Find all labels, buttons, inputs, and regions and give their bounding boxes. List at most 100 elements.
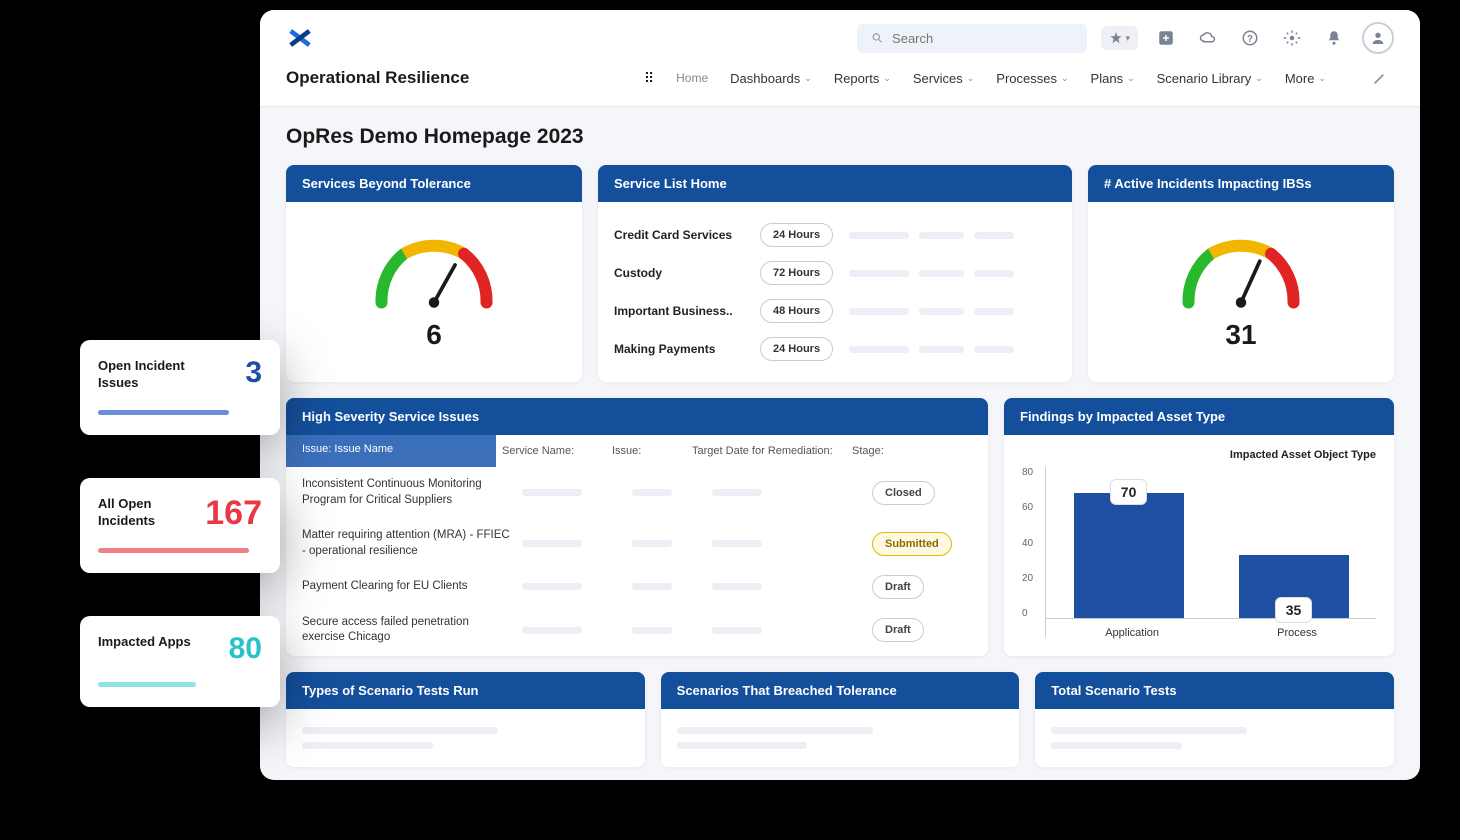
cloud-icon [1199,29,1217,47]
col-stage: Stage: [852,445,952,457]
stat-impacted-apps: Impacted Apps 80 [80,616,280,707]
service-row: Credit Card Services 24 Hours [614,216,1056,254]
col-service: Service Name: [502,445,612,457]
card-services-beyond: Services Beyond Tolerance 6 [286,165,582,382]
header: ▾ ? Operational Resilience [260,10,1420,107]
stat-open-incident-issues: Open Incident Issues 3 [80,340,280,435]
bar-chart: 80 60 40 20 0 70 [1022,467,1376,637]
chevron-down-icon: ⌄ [883,73,891,84]
duration-badge: 48 Hours [760,299,833,323]
app-logo [286,24,314,52]
stat-bar [98,410,229,415]
card-header: Service List Home [598,165,1072,202]
service-name: Important Business.. [614,304,744,318]
card-findings: Findings by Impacted Asset Type Impacted… [1004,398,1394,656]
stage-badge: Submitted [872,532,952,556]
stat-bar [98,682,196,687]
stat-bar [98,548,249,553]
user-avatar[interactable] [1362,22,1394,54]
card-header: Services Beyond Tolerance [286,165,582,202]
chevron-down-icon: ⌄ [1318,73,1326,84]
card-header: Types of Scenario Tests Run [286,672,645,709]
stat-value: 3 [245,358,262,388]
search-icon [871,31,884,45]
stat-value: 80 [229,634,262,664]
gauge-value: 31 [1225,319,1256,351]
duration-badge: 24 Hours [760,337,833,361]
bell-icon [1325,29,1343,47]
issue-name: Secure access failed penetration exercis… [302,615,522,646]
nav-scenario-library[interactable]: Scenario Library⌄ [1157,71,1263,86]
chevron-down-icon: ⌄ [1127,73,1135,84]
issue-name: Matter requiring attention (MRA) - FFIEC… [302,528,522,559]
chevron-down-icon: ▾ [1125,33,1130,44]
card-header: Scenarios That Breached Tolerance [661,672,1020,709]
gear-icon [1283,29,1301,47]
add-button[interactable] [1152,24,1180,52]
service-row: Making Payments 24 Hours [614,330,1056,368]
x-label: Application [1105,627,1159,639]
search-input[interactable] [892,31,1073,46]
card-total-scenario: Total Scenario Tests [1035,672,1394,767]
pencil-icon [1372,70,1388,86]
stat-label: Impacted Apps [98,634,191,651]
star-icon [1109,31,1123,45]
main-nav: Home Dashboards⌄ Reports⌄ Services⌄ Proc… [676,64,1394,92]
service-name: Credit Card Services [614,228,744,242]
bar-value: 70 [1110,479,1148,505]
notifications-button[interactable] [1320,24,1348,52]
duration-badge: 72 Hours [760,261,833,285]
search-box[interactable] [857,24,1087,53]
service-row: Important Business.. 48 Hours [614,292,1056,330]
gauge-services [359,220,509,315]
stat-label: All Open Incidents [98,496,205,530]
stage-badge: Closed [872,481,935,505]
card-active-incidents: # Active Incidents Impacting IBSs 31 [1088,165,1394,382]
card-header: Total Scenario Tests [1035,672,1394,709]
nav-reports[interactable]: Reports⌄ [834,71,891,86]
table-row: Matter requiring attention (MRA) - FFIEC… [286,518,988,569]
page-title: OpRes Demo Homepage 2023 [286,125,1394,149]
duration-badge: 24 Hours [760,223,833,247]
favorites-button[interactable]: ▾ [1101,26,1138,50]
chevron-down-icon: ⌄ [1255,73,1263,84]
nav-dashboards[interactable]: Dashboards⌄ [730,71,812,86]
help-button[interactable]: ? [1236,24,1264,52]
person-icon [1370,30,1386,46]
card-header: # Active Incidents Impacting IBSs [1088,165,1394,202]
chevron-down-icon: ⌄ [967,73,975,84]
cloud-button[interactable] [1194,24,1222,52]
x-label: Process [1277,627,1317,639]
edit-button[interactable] [1366,64,1394,92]
nav-home[interactable]: Home [676,71,708,85]
stat-label: Open Incident Issues [98,358,208,392]
chevron-down-icon: ⌄ [1061,73,1069,84]
col-target: Target Date for Remediation: [692,445,852,457]
nav-services[interactable]: Services⌄ [913,71,974,86]
issue-name: Inconsistent Continuous Monitoring Progr… [302,477,522,508]
issue-name: Payment Clearing for EU Clients [302,579,522,595]
table-subheader: Issue: Issue Name [286,435,496,467]
nav-plans[interactable]: Plans⌄ [1091,71,1135,86]
chart-legend: Impacted Asset Object Type [1022,449,1376,461]
chevron-down-icon: ⌄ [804,73,812,84]
service-row: Custody 72 Hours [614,254,1056,292]
bar-application [1074,493,1184,618]
stat-all-open-incidents: All Open Incidents 167 [80,478,280,573]
table-row: Inconsistent Continuous Monitoring Progr… [286,467,988,518]
plus-square-icon [1157,29,1175,47]
nav-processes[interactable]: Processes⌄ [996,71,1068,86]
grip-icon[interactable]: ⠿ [644,70,656,87]
table-row: Secure access failed penetration exercis… [286,605,988,656]
settings-button[interactable] [1278,24,1306,52]
stage-badge: Draft [872,618,924,642]
svg-text:?: ? [1247,34,1253,45]
nav-more[interactable]: More⌄ [1285,71,1326,86]
service-name: Making Payments [614,342,744,356]
card-types-scenario: Types of Scenario Tests Run [286,672,645,767]
y-axis: 80 60 40 20 0 [1022,467,1039,637]
card-service-list: Service List Home Credit Card Services 2… [598,165,1072,382]
bar-value: 35 [1275,597,1313,623]
brand-title: Operational Resilience [286,68,469,88]
col-issue: Issue: [612,445,692,457]
